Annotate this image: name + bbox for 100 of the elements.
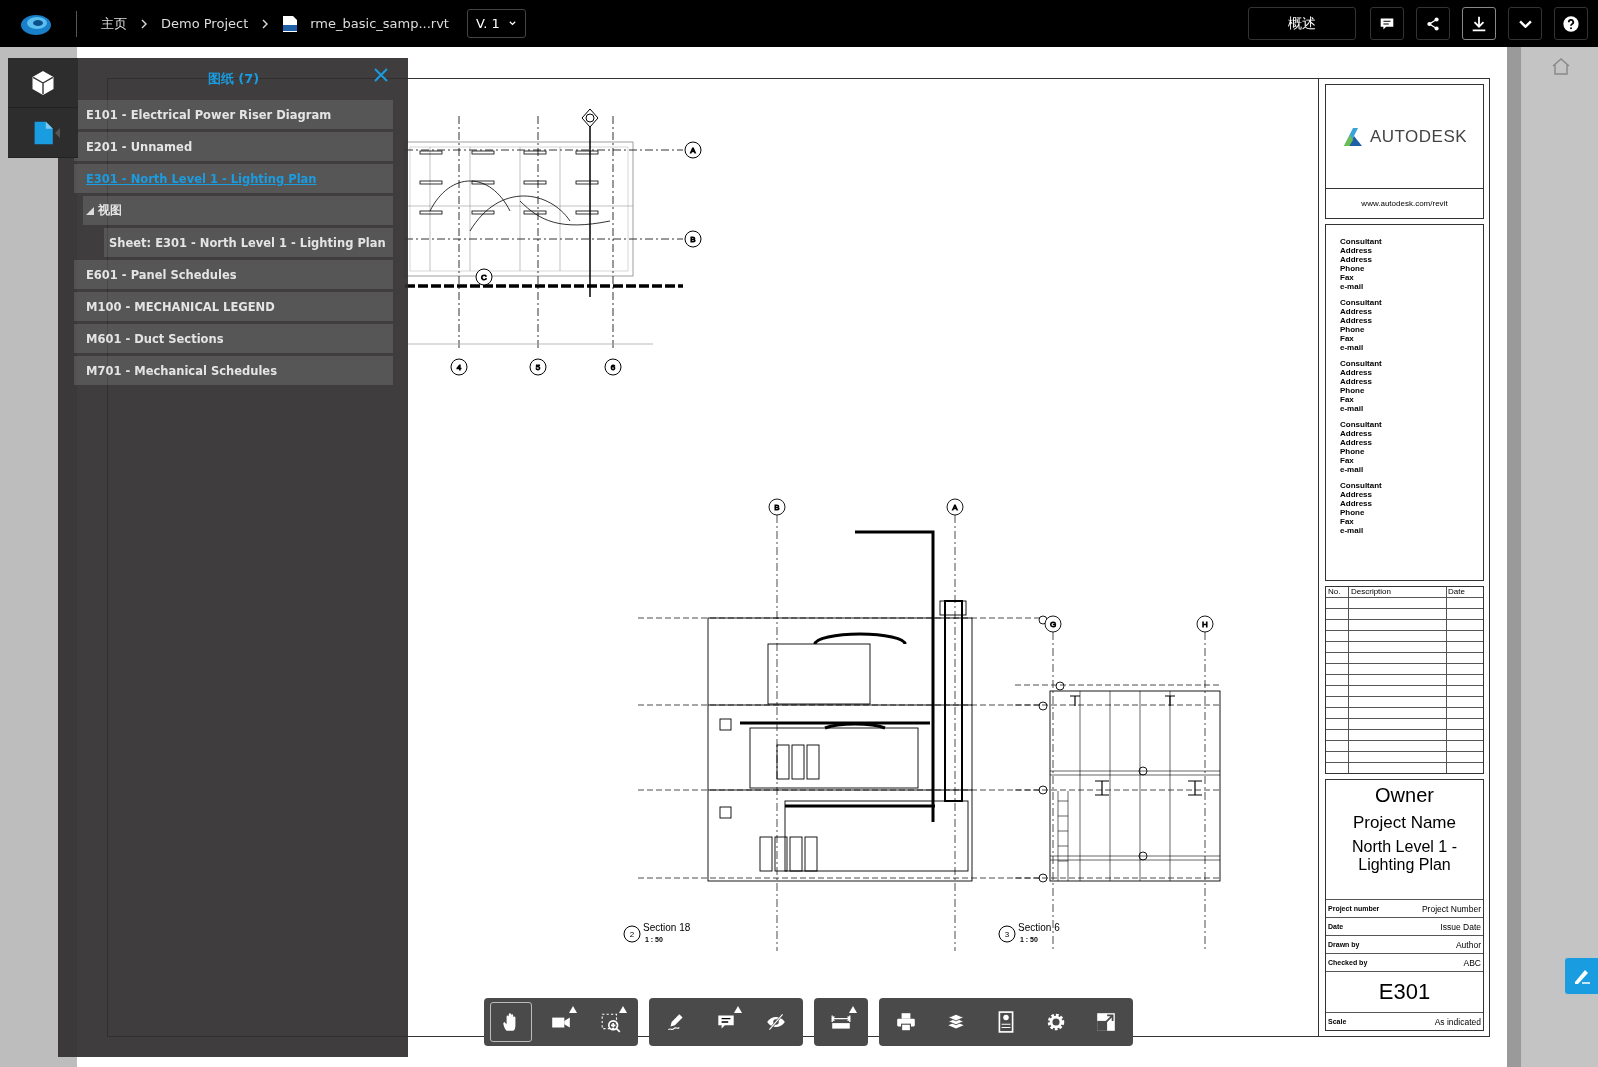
consultant-line: Fax — [1340, 517, 1354, 526]
share-icon — [1424, 14, 1442, 33]
consultant-line: Consultant — [1340, 298, 1382, 307]
model-tab[interactable] — [8, 58, 78, 108]
printer-icon — [895, 1011, 917, 1033]
close-icon — [373, 67, 389, 83]
caret-icon — [507, 19, 517, 28]
grid-label: 4 — [450, 358, 468, 376]
consultant-line: Phone — [1340, 325, 1365, 334]
version-dropdown[interactable]: V. 1 — [466, 9, 526, 38]
consultant-line: Consultant — [1340, 481, 1382, 490]
grid-label: 6 — [604, 358, 622, 376]
submenu-icon — [619, 1006, 627, 1013]
help-button[interactable] — [1554, 7, 1588, 40]
sheet-item[interactable]: E201 - Unnamed — [74, 132, 393, 161]
field-value: ABC — [1463, 957, 1481, 968]
download-icon — [1470, 14, 1488, 33]
consultant-line: Address — [1340, 255, 1372, 264]
sheet-item[interactable]: M601 - Duct Sections — [74, 324, 393, 353]
submenu-icon — [849, 1006, 857, 1013]
consultant-line: Fax — [1340, 395, 1354, 404]
expand-icon — [86, 206, 94, 215]
more-button[interactable] — [1508, 7, 1542, 40]
field-value: Project Number — [1421, 903, 1481, 914]
section-title: Section 18 — [643, 922, 691, 933]
consultant-line: Address — [1340, 490, 1372, 499]
grid-label: B — [768, 498, 786, 516]
sheet-name: North Level 1 - Lighting Plan — [1351, 838, 1458, 874]
consultant-line: Address — [1340, 429, 1372, 438]
sheet-number: E301 — [1378, 979, 1431, 1005]
sheet-item[interactable]: M100 - MECHANICAL LEGEND — [74, 292, 393, 321]
consultant-line: Consultant — [1340, 237, 1382, 246]
logo-icon — [1341, 126, 1364, 147]
settings-icon — [1045, 1011, 1067, 1033]
consultant-line: e-mail — [1340, 343, 1364, 352]
breadcrumb-link[interactable]: rme_basic_samp...rvt — [310, 16, 449, 31]
column-header: No. — [1327, 587, 1342, 597]
consultant-line: Address — [1340, 438, 1372, 447]
breadcrumb-link[interactable]: 主页 — [101, 14, 127, 33]
grid-label: G — [1044, 615, 1062, 633]
submenu-icon — [569, 1006, 577, 1013]
grid-label: 5 — [529, 358, 547, 376]
submenu-icon — [734, 1006, 742, 1013]
grid-label: H — [1196, 615, 1214, 633]
consultant-line: Phone — [1340, 386, 1365, 395]
share-button[interactable] — [1416, 7, 1450, 40]
panel-title: 图纸 (7) — [207, 70, 260, 88]
field-value: Issue Date — [1440, 921, 1481, 932]
signature-button[interactable] — [1565, 958, 1598, 994]
pan-tool[interactable] — [490, 1002, 532, 1042]
expand-icon — [1095, 1011, 1117, 1033]
consultant-line: Phone — [1340, 447, 1365, 456]
consultant-line: Fax — [1340, 273, 1354, 282]
field-value: As indicated — [1434, 1016, 1481, 1027]
consultant-line: Address — [1340, 377, 1372, 386]
consultant-line: Address — [1340, 368, 1372, 377]
consultant-line: Address — [1340, 246, 1372, 255]
zoom-window-icon — [600, 1011, 622, 1033]
consultant-line: e-mail — [1340, 404, 1364, 413]
sheet-item[interactable]: Sheet: E301 - North Level 1 - Lighting Plan — [104, 228, 393, 257]
sheets-tab[interactable] — [8, 108, 78, 158]
grid-label: 2 — [623, 925, 641, 943]
logo-text: AUTODESK — [1369, 126, 1468, 147]
grid-label: A — [946, 498, 964, 516]
consultant-line: Address — [1340, 316, 1372, 325]
grid-label: 3 — [998, 925, 1016, 943]
chevron-right-icon — [139, 18, 149, 29]
consultant-line: e-mail — [1340, 526, 1364, 535]
grid-label: C — [475, 268, 493, 286]
consultant-line: Fax — [1340, 456, 1354, 465]
scrollbar[interactable] — [1507, 47, 1521, 1067]
grid-label: B — [684, 230, 702, 248]
consultant-line: Address — [1340, 499, 1372, 508]
consultant-line: Address — [1340, 307, 1372, 316]
chevron-down-icon — [1518, 19, 1532, 28]
sheet-item[interactable]: E601 - Panel Schedules — [74, 260, 393, 289]
grid-label: A — [684, 141, 702, 159]
section-title: Section 6 — [1018, 922, 1060, 933]
overview-button[interactable]: 概述 — [1248, 7, 1356, 40]
sheet-item[interactable]: M701 - Mechanical Schedules — [74, 356, 393, 385]
consultant-line: Fax — [1340, 334, 1354, 343]
consultant-line: Consultant — [1340, 359, 1382, 368]
website-url: www.autodesk.com/revit — [1361, 199, 1448, 208]
tree-group[interactable]: 视图 — [83, 196, 393, 225]
owner-text: Owner — [1374, 783, 1435, 807]
field-value: Author — [1455, 939, 1481, 950]
consultant-line: e-mail — [1340, 282, 1364, 291]
download-button[interactable] — [1462, 7, 1496, 40]
help-icon — [1562, 14, 1580, 33]
comment-button[interactable] — [1370, 7, 1404, 40]
breadcrumb-link[interactable]: Demo Project — [161, 16, 249, 31]
project-name: Project Name — [1352, 813, 1457, 832]
column-header: Description — [1350, 587, 1392, 597]
file-icon — [282, 14, 299, 33]
consultant-line: Phone — [1340, 508, 1365, 517]
consultant-line: e-mail — [1340, 465, 1364, 474]
consultant-line: Consultant — [1340, 420, 1382, 429]
eye-slash-icon — [765, 1011, 787, 1033]
column-header: Date — [1447, 587, 1466, 597]
consultant-line: Phone — [1340, 264, 1365, 273]
